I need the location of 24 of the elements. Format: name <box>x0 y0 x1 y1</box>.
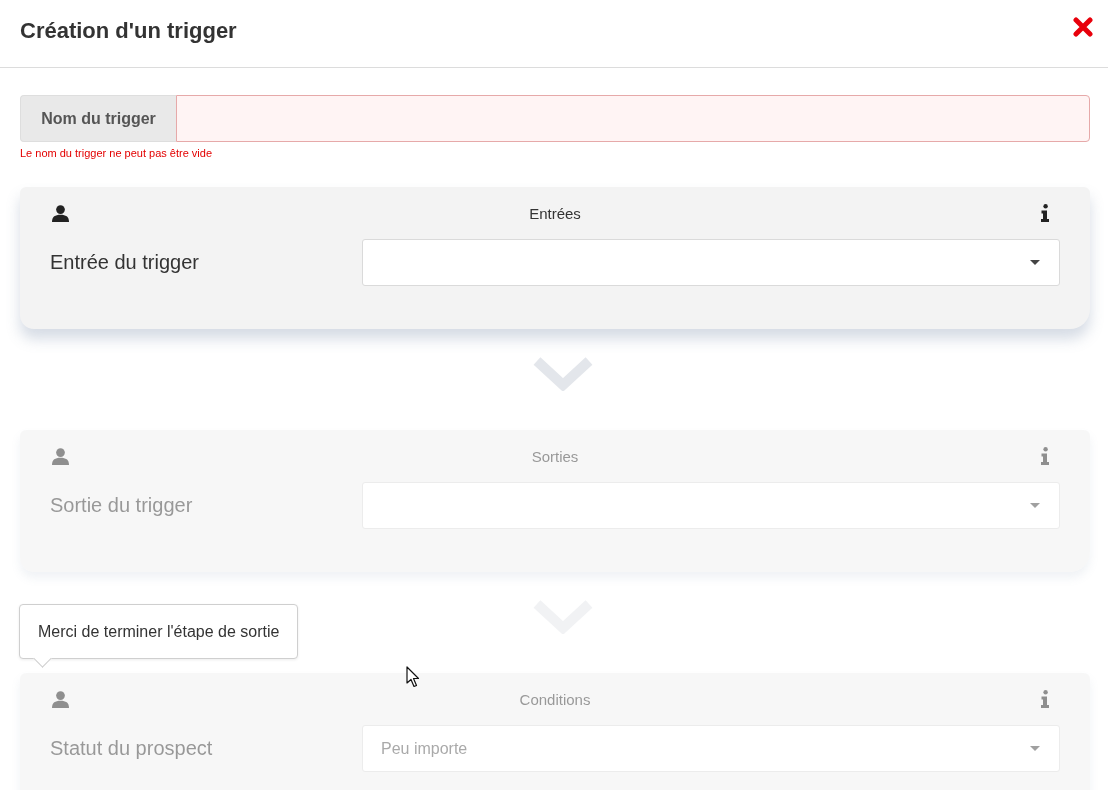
select-field[interactable] <box>362 239 1060 286</box>
field-label: Nom du trigger <box>20 95 176 142</box>
step-title: Conditions <box>519 690 591 708</box>
dialog-title: Création d'un trigger <box>20 18 237 44</box>
close-icon <box>1073 17 1093 37</box>
text-input[interactable] <box>176 95 1090 142</box>
field-label: Sortie du trigger <box>50 494 194 517</box>
step-title: Entrées <box>529 204 581 222</box>
caret-icon <box>1030 746 1040 751</box>
field-label: Entrée du trigger <box>50 251 200 274</box>
step-title: Sorties <box>531 447 579 465</box>
caret-icon <box>1030 260 1040 265</box>
field-label: Statut du prospect <box>50 737 214 760</box>
user-icon <box>52 447 69 465</box>
caret-icon <box>1030 503 1040 508</box>
user-icon <box>52 690 69 708</box>
mouse-pointer-icon <box>406 666 420 688</box>
close-button[interactable] <box>1073 17 1093 37</box>
select-field[interactable]: Peu importe <box>362 725 1060 772</box>
select-field[interactable] <box>362 482 1060 529</box>
tooltip: Merci de terminer l'étape de sortie <box>19 604 299 665</box>
user-icon <box>52 204 69 222</box>
error-message: Le nom du trigger ne peut pas être vide <box>20 146 213 160</box>
info-icon[interactable] <box>1041 204 1049 222</box>
